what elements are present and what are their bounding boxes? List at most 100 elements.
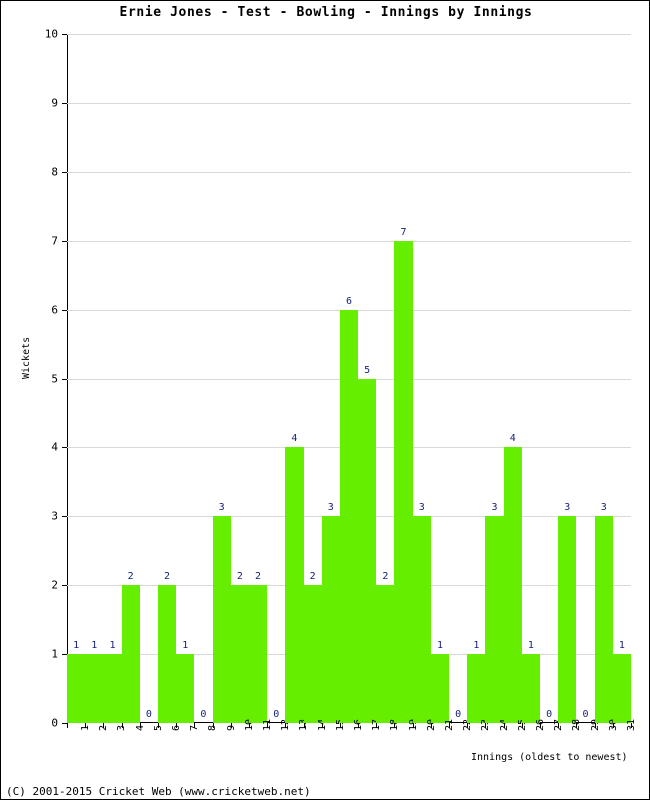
bar-slot[interactable]: 13 xyxy=(103,34,127,731)
bar-value-label: 2 xyxy=(127,571,134,583)
bar-value-label: 3 xyxy=(564,502,571,514)
y-tick-label: 9 xyxy=(51,96,58,110)
y-tick-label: 5 xyxy=(51,372,58,385)
x-tick-mark xyxy=(412,723,414,728)
y-tick-label: 8 xyxy=(51,165,58,179)
bar-slot[interactable]: 315 xyxy=(321,34,346,731)
bar-slot[interactable]: 08 xyxy=(194,34,218,731)
bar[interactable] xyxy=(558,516,577,723)
bar[interactable] xyxy=(594,516,613,723)
bar[interactable] xyxy=(521,654,541,723)
bar[interactable] xyxy=(412,516,431,723)
bar-slot[interactable]: 05 xyxy=(139,34,164,731)
bar-slot[interactable]: 330 xyxy=(594,34,619,731)
bar[interactable] xyxy=(485,516,504,723)
bar-slot[interactable]: 211 xyxy=(248,34,273,731)
bar-slot[interactable]: 214 xyxy=(303,34,328,731)
bar[interactable] xyxy=(321,516,340,723)
bar[interactable] xyxy=(376,585,395,723)
bar[interactable] xyxy=(230,585,249,723)
bar-slot[interactable]: 320 xyxy=(412,34,437,731)
y-tick-label: 10 xyxy=(44,27,58,41)
x-tick-mark xyxy=(449,723,451,728)
bar-value-label: 1 xyxy=(91,640,98,652)
bar-slot[interactable]: 517 xyxy=(358,34,382,731)
bar[interactable] xyxy=(303,585,322,723)
bar-slot[interactable]: 123 xyxy=(467,34,491,731)
bar-value-label: 3 xyxy=(418,502,425,514)
x-tick-mark xyxy=(540,723,542,728)
y-tick-label: 1 xyxy=(51,647,58,661)
bar-slot[interactable]: 029 xyxy=(576,34,601,731)
bar-value-label: 4 xyxy=(509,433,516,445)
y-tick-label: 0 xyxy=(51,716,58,730)
bar-value-label: 3 xyxy=(327,502,334,514)
x-tick-mark xyxy=(230,723,232,728)
bar-slot[interactable]: 022 xyxy=(449,34,473,731)
bar-slot[interactable]: 17 xyxy=(176,34,200,731)
x-tick-mark xyxy=(67,723,68,728)
x-tick-mark xyxy=(267,723,269,728)
bar[interactable] xyxy=(157,585,177,723)
bar[interactable] xyxy=(358,378,377,723)
x-tick-mark xyxy=(485,723,487,728)
bar-slot[interactable]: 121 xyxy=(430,34,455,731)
bar-value-label: 2 xyxy=(255,571,262,583)
bar-value-label: 2 xyxy=(382,571,389,583)
bar[interactable] xyxy=(394,240,413,723)
x-axis-title: Innings (oldest to newest) xyxy=(471,752,628,763)
bar[interactable] xyxy=(467,654,486,723)
bar-value-label: 2 xyxy=(236,571,243,583)
bar[interactable] xyxy=(212,516,231,723)
bar[interactable] xyxy=(503,447,522,723)
bar-value-label: 1 xyxy=(182,640,189,652)
bar[interactable] xyxy=(176,654,195,723)
bar-slot[interactable]: 39 xyxy=(212,34,237,731)
x-tick-mark xyxy=(85,723,87,728)
bar-slot[interactable]: 126 xyxy=(521,34,546,731)
bar-slot[interactable]: 324 xyxy=(485,34,510,731)
x-tick-mark xyxy=(503,723,505,728)
bar[interactable] xyxy=(339,309,359,723)
x-tick-mark xyxy=(157,723,159,728)
bar-slot[interactable]: 027 xyxy=(540,34,564,731)
bar[interactable] xyxy=(103,654,122,723)
bar-slot[interactable]: 425 xyxy=(503,34,528,731)
bar-value-label: 1 xyxy=(618,640,625,652)
x-tick-mark xyxy=(212,723,214,728)
bar-slot[interactable]: 012 xyxy=(267,34,291,731)
bar-slot[interactable]: 719 xyxy=(394,34,419,731)
bar-slot[interactable]: 131 xyxy=(612,34,637,731)
x-tick-mark xyxy=(576,723,578,728)
x-tick-mark xyxy=(631,723,632,728)
bar[interactable] xyxy=(67,654,86,723)
bar-value-label: 1 xyxy=(527,640,534,652)
x-tick-mark xyxy=(285,723,287,728)
y-tick-label: 2 xyxy=(51,578,58,592)
bar-slot[interactable]: 11 xyxy=(67,34,91,731)
bar[interactable] xyxy=(430,654,450,723)
x-tick-mark xyxy=(430,723,432,728)
bar-slot[interactable]: 24 xyxy=(121,34,146,731)
x-tick-mark xyxy=(121,723,123,728)
bar-slot[interactable]: 210 xyxy=(230,34,255,731)
bar-slot[interactable]: 218 xyxy=(376,34,400,731)
x-tick-mark xyxy=(558,723,560,728)
x-tick-mark xyxy=(248,723,250,728)
bar-value-label: 3 xyxy=(600,502,607,514)
bar-value-label: 4 xyxy=(291,433,298,445)
bar-value-label: 3 xyxy=(218,502,225,514)
bar[interactable] xyxy=(285,447,304,723)
bar-slot[interactable]: 26 xyxy=(157,34,182,731)
bar[interactable] xyxy=(85,654,104,723)
plot-area: 012345678910 111213240526170839210211012… xyxy=(45,28,637,732)
bar[interactable] xyxy=(612,654,631,723)
bar[interactable] xyxy=(248,585,268,723)
bar-slot[interactable]: 12 xyxy=(85,34,109,731)
bar-slot[interactable]: 328 xyxy=(558,34,582,731)
bar[interactable] xyxy=(121,585,140,723)
bar-slot[interactable]: 413 xyxy=(285,34,309,731)
bar-value-label: 3 xyxy=(491,502,498,514)
bar-slot[interactable]: 616 xyxy=(339,34,364,731)
y-tick-label: 7 xyxy=(51,234,58,248)
